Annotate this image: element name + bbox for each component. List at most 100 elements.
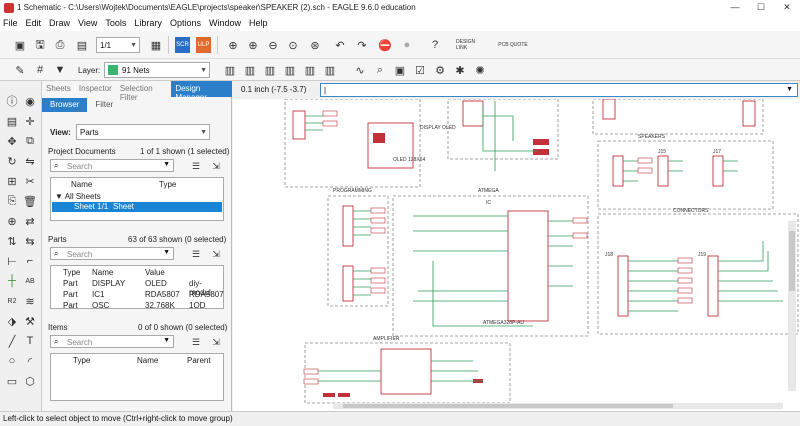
view-select[interactable]: Parts ▼ (76, 124, 210, 140)
list-options-icon[interactable]: ☰ (188, 246, 204, 262)
open-icon[interactable]: ▣ (12, 37, 28, 53)
minimize-button[interactable]: — (722, 0, 748, 15)
move-tool-icon[interactable]: ✥ (4, 133, 20, 149)
wire-tool-icon[interactable]: ╱ (4, 333, 20, 349)
pinswap-tool-icon[interactable]: ⇅ (4, 233, 20, 249)
tab-selection-filter[interactable]: Selection Filter (116, 81, 172, 102)
value-tool-icon[interactable]: ≋ (22, 293, 38, 309)
stop-icon[interactable]: ⛔ (377, 37, 393, 53)
replace-tool-icon[interactable]: ⇄ (22, 213, 38, 229)
change-tool-icon[interactable]: ⚒ (22, 313, 38, 329)
table-row[interactable]: Part DISPLAY OLED diy-modul (55, 279, 221, 297)
wire-style-5-icon[interactable]: ▥ (302, 62, 318, 78)
zoom-fit-icon[interactable]: ⊕ (225, 37, 241, 53)
tree-root[interactable]: ▼ All Sheets (55, 192, 101, 201)
table-row[interactable]: Part OSC 32.768K 1QD Freq (55, 301, 221, 308)
zoom-out-icon[interactable]: ⊖ (265, 37, 281, 53)
gear-icon[interactable]: ⚙ (432, 62, 448, 78)
settings-icon[interactable]: ✱ (452, 62, 468, 78)
show-tool-icon[interactable]: ◉ (22, 93, 38, 109)
search-part-icon[interactable]: ⌕ (372, 62, 388, 78)
list-options-icon[interactable]: ☰ (188, 158, 204, 174)
subtab-browser[interactable]: Browser (42, 98, 88, 112)
sheets-icon[interactable]: ▤ (74, 37, 90, 53)
menu-help[interactable]: Help (249, 18, 268, 28)
circle-tool-icon[interactable]: ○ (4, 353, 20, 369)
menu-window[interactable]: Window (209, 18, 241, 28)
command-input[interactable]: | ▼ (320, 83, 798, 97)
info-icon[interactable]: ✎ (12, 62, 28, 78)
label-tool-icon[interactable]: AB (22, 273, 38, 289)
erc-check-icon[interactable]: ☑ (412, 62, 428, 78)
table-row[interactable]: Part IC1 RDA5807 RDA5807 (55, 290, 223, 300)
parts-search[interactable]: ⌕ Search ▼ (50, 247, 174, 260)
redo-icon[interactable]: ↷ (354, 37, 370, 53)
polygon-tool-icon[interactable]: ⬡ (22, 373, 38, 389)
erc-icon[interactable]: ▣ (392, 62, 408, 78)
split-tool-icon[interactable]: ⊢ (4, 253, 20, 269)
add-tool-icon[interactable]: ⊕ (4, 213, 20, 229)
copy-tool-icon[interactable]: ⧉ (22, 133, 38, 149)
design-link-button[interactable]: DESIGN LINK (456, 37, 486, 53)
wire-style-2-icon[interactable]: ▥ (242, 62, 258, 78)
mark-tool-icon[interactable]: ✛ (22, 113, 38, 129)
pcb-quote-button[interactable]: PCB QUOTE (498, 37, 528, 53)
menu-options[interactable]: Options (170, 18, 201, 28)
scr-button[interactable]: SCR (175, 37, 190, 53)
undo-icon[interactable]: ↶ (332, 37, 348, 53)
rect-tool-icon[interactable]: ▭ (4, 373, 20, 389)
wire-style-4-icon[interactable]: ▥ (282, 62, 298, 78)
help-icon[interactable]: ? (427, 37, 443, 53)
grid-icon[interactable]: # (32, 62, 48, 78)
zoom-select-icon[interactable]: ⊙ (285, 37, 301, 53)
zoom-redraw-icon[interactable]: ⊛ (307, 37, 323, 53)
menu-view[interactable]: View (78, 18, 97, 28)
board-icon[interactable]: ▦ (148, 37, 164, 53)
info-tool-icon[interactable]: ⓘ (4, 93, 20, 109)
sheet-select[interactable]: 1/1 ▼ (96, 37, 140, 53)
menu-draw[interactable]: Draw (49, 18, 70, 28)
arc-tool-icon[interactable]: ◜ (22, 353, 38, 369)
display-tool-icon[interactable]: ▤ (4, 113, 20, 129)
rotate-tool-icon[interactable]: ↻ (4, 153, 20, 169)
schematic-canvas[interactable]: SPEAKERS PROGRAMMING ATMEGA IC CONNECTOR… (233, 81, 800, 411)
project-documents-search[interactable]: ⌕ Search ▼ (50, 159, 174, 172)
miter-tool-icon[interactable]: ⌐ (22, 253, 38, 269)
fusion-icon[interactable]: ✺ (472, 62, 488, 78)
tree-item-sheet[interactable]: Sheet 1/1 Sheet (52, 202, 222, 212)
filter-icon[interactable]: ▼ (52, 62, 68, 78)
expand-icon[interactable]: ⇲ (208, 334, 224, 350)
mirror-tool-icon[interactable]: ⇋ (22, 153, 38, 169)
smash-tool-icon[interactable]: ⬗ (4, 313, 20, 329)
save-icon[interactable]: 🖫 (32, 37, 48, 53)
menu-library[interactable]: Library (134, 18, 162, 28)
name-tool-icon[interactable]: R2 (4, 293, 20, 309)
expand-icon[interactable]: ⇲ (208, 158, 224, 174)
cut-tool-icon[interactable]: ✂ (22, 173, 38, 189)
group-tool-icon[interactable]: ⊞ (4, 173, 20, 189)
tab-design-manager[interactable]: Design Manager (171, 81, 232, 102)
menu-tools[interactable]: Tools (105, 18, 126, 28)
subtab-filter[interactable]: Filter (87, 98, 121, 112)
zoom-in-icon[interactable]: ⊕ (245, 37, 261, 53)
wire-style-3-icon[interactable]: ▥ (262, 62, 278, 78)
menu-edit[interactable]: Edit (26, 18, 42, 28)
wire-style-1-icon[interactable]: ▥ (222, 62, 238, 78)
tab-inspector[interactable]: Inspector (75, 81, 116, 97)
go-icon[interactable]: ● (399, 37, 415, 53)
net-tool-icon[interactable]: ┼ (4, 273, 20, 289)
delete-tool-icon[interactable]: 🗑 (22, 193, 38, 209)
gateswap-tool-icon[interactable]: ⇆ (22, 233, 38, 249)
menu-file[interactable]: File (3, 18, 18, 28)
layer-select[interactable]: 91 Nets ▼ (104, 62, 210, 78)
curve-icon[interactable]: ∿ (352, 62, 368, 78)
text-tool-icon[interactable]: T (22, 333, 38, 349)
expand-icon[interactable]: ⇲ (208, 246, 224, 262)
paste-tool-icon[interactable]: ⎘ (4, 193, 20, 209)
wire-style-6-icon[interactable]: ▥ (322, 62, 338, 78)
list-options-icon[interactable]: ☰ (188, 334, 204, 350)
tab-sheets[interactable]: Sheets (42, 81, 75, 97)
items-search[interactable]: ⌕ Search ▼ (50, 335, 174, 348)
print-icon[interactable]: ⎙ (52, 37, 68, 53)
maximize-button[interactable]: ☐ (748, 0, 774, 15)
